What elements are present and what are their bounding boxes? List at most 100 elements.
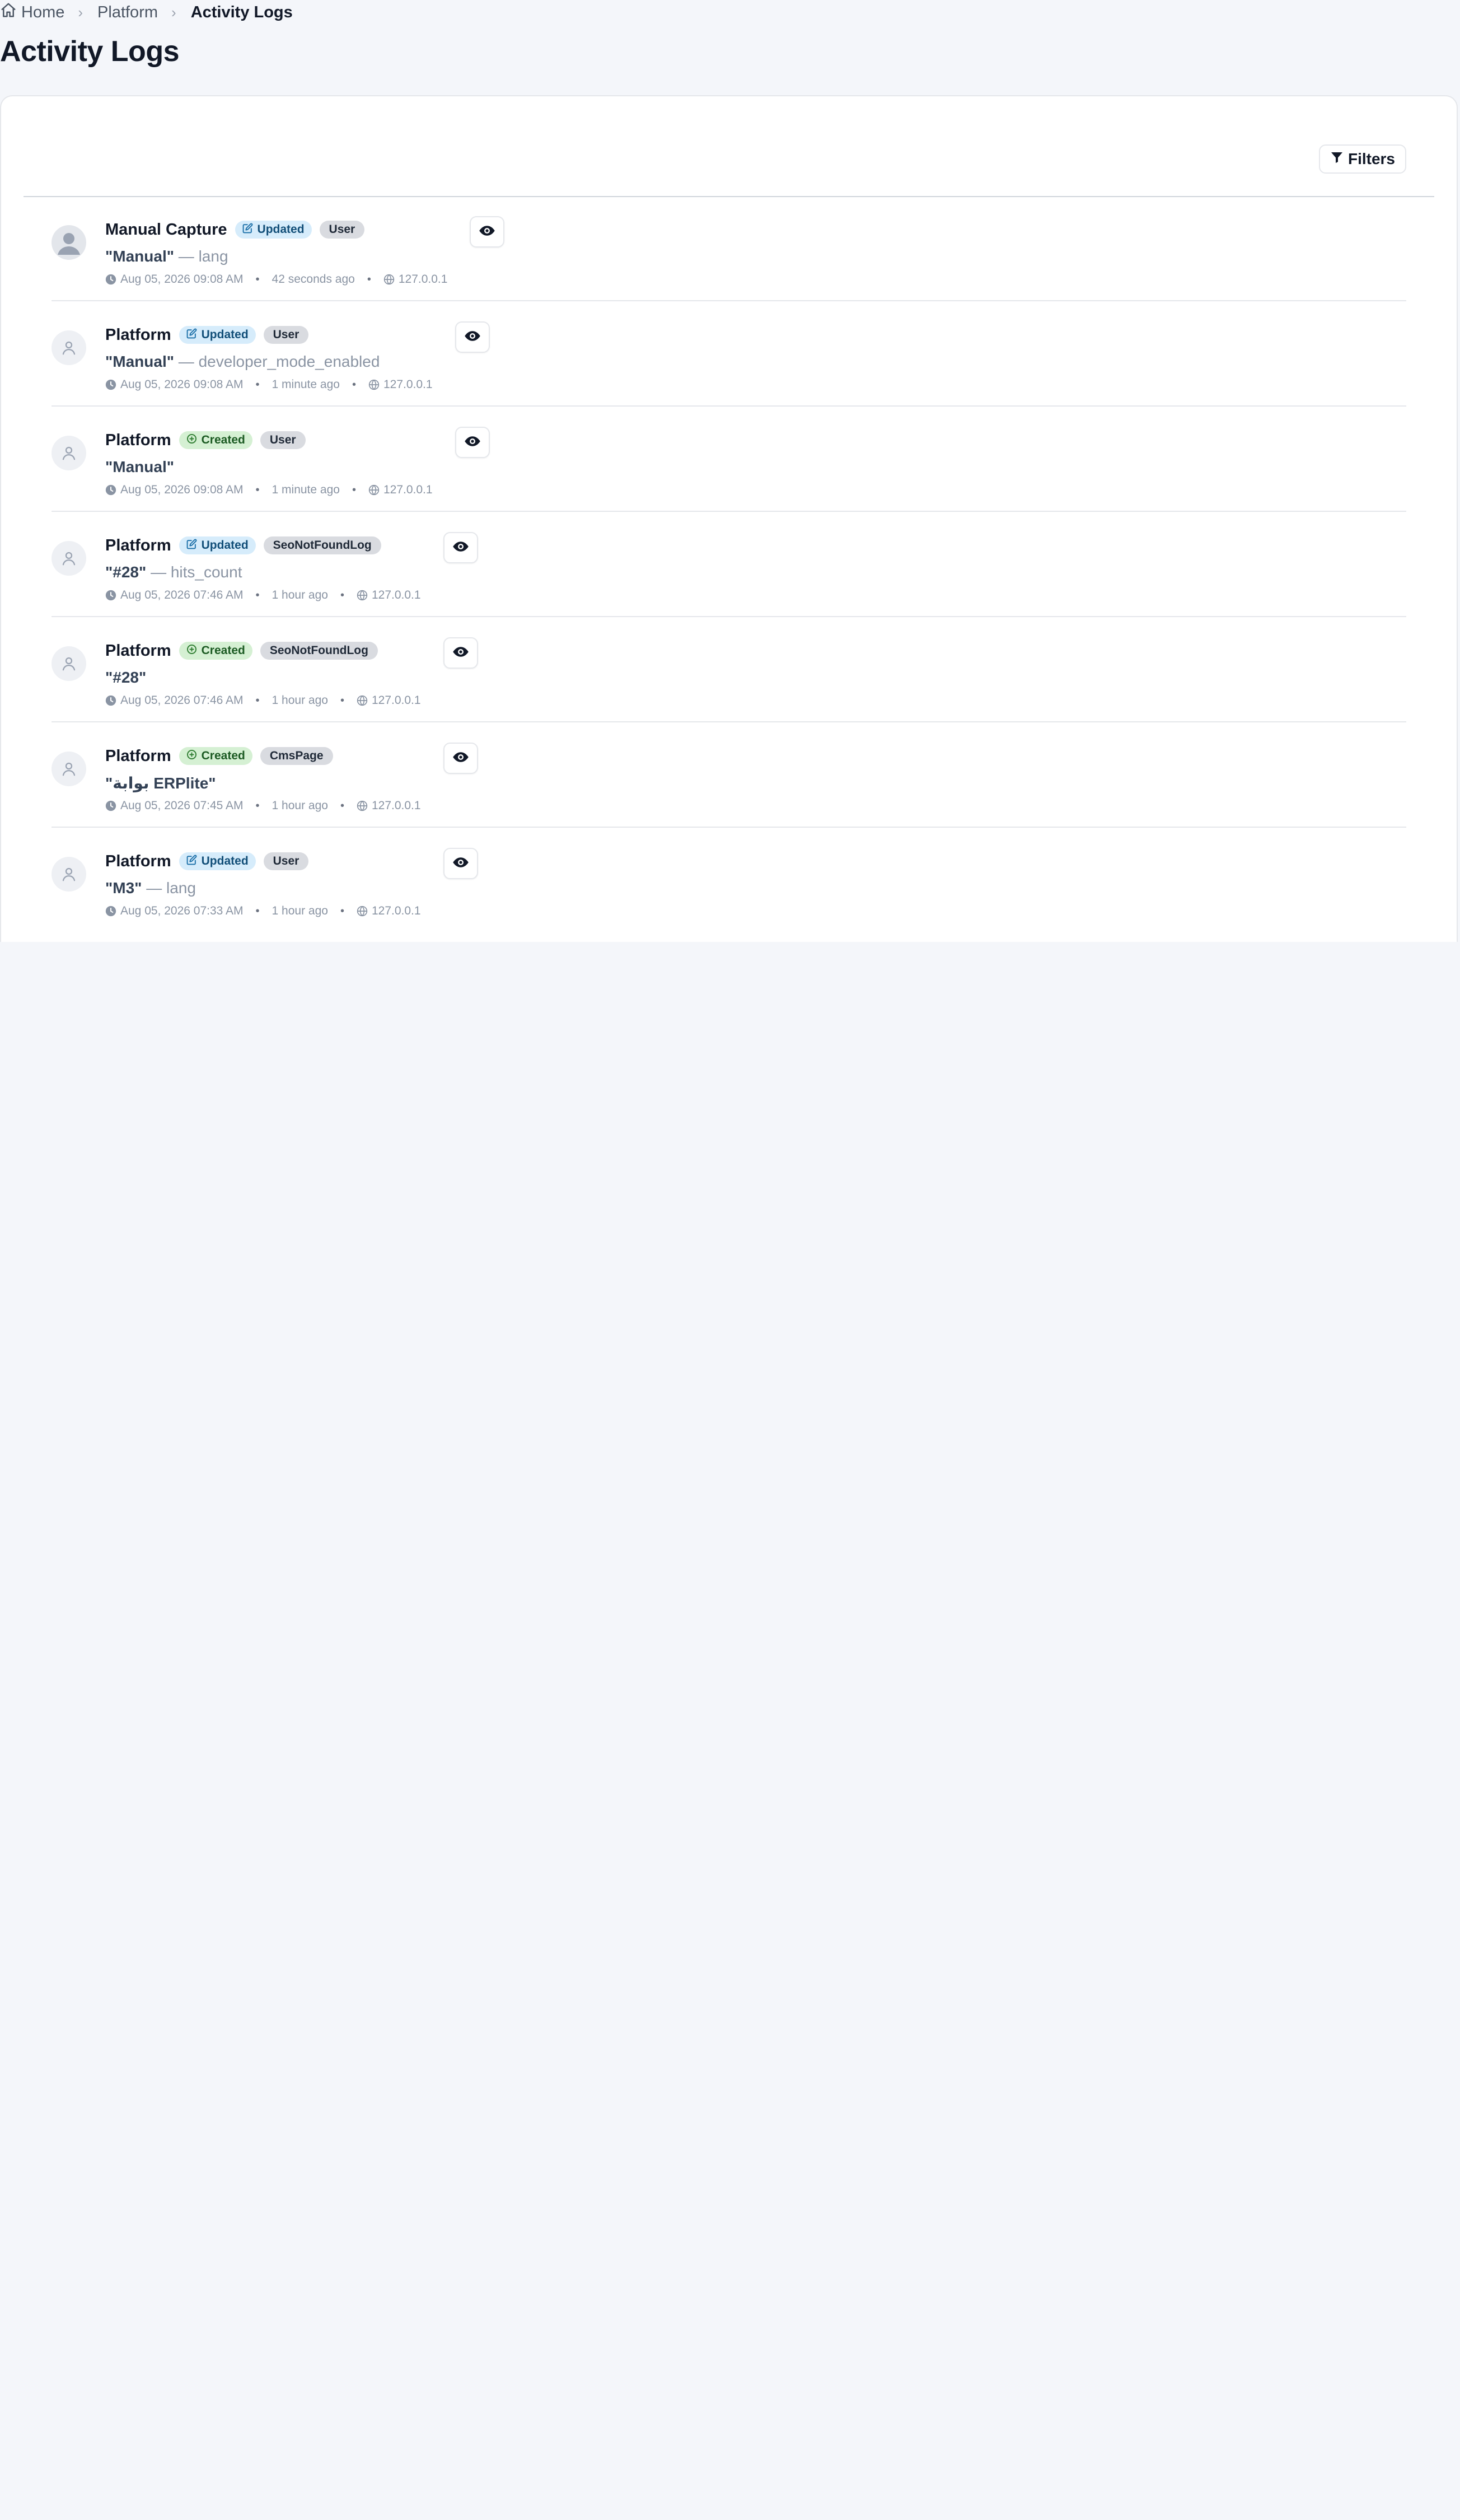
plus-circle-icon — [186, 644, 197, 658]
eye-icon — [452, 538, 469, 558]
activity-log-row: Platform Created CmsPage "بوابة ERPlite" — [52, 722, 1406, 828]
home-icon — [0, 2, 17, 23]
separator-dot: • — [255, 799, 260, 812]
eye-icon — [464, 328, 481, 347]
model-badge: SeoNotFoundLog — [263, 536, 381, 554]
clock-icon — [105, 906, 116, 917]
view-button[interactable] — [443, 743, 478, 774]
breadcrumb-current: Activity Logs — [190, 3, 293, 21]
event-badge: Updated — [179, 852, 256, 870]
view-button[interactable] — [455, 427, 490, 458]
breadcrumb-platform-link[interactable]: Platform — [97, 3, 158, 22]
view-button[interactable] — [443, 848, 478, 879]
log-content: Platform Updated User "M3" — lang Aug 05… — [105, 848, 478, 920]
chevron-right-icon: › — [78, 3, 83, 21]
separator-dot: • — [340, 589, 344, 601]
toolbar: Filters — [24, 96, 1434, 197]
log-actor: Platform — [105, 536, 171, 554]
log-meta: Aug 05, 2026 07:46 AM • 1 hour ago • 127… — [105, 587, 421, 604]
plus-circle-icon — [186, 433, 197, 447]
model-badge: User — [319, 221, 365, 239]
event-label: Updated — [201, 855, 249, 867]
log-actor: Platform — [105, 852, 171, 870]
event-label: Created — [201, 433, 245, 446]
log-content: Manual Capture Updated User "Manual" — l… — [105, 216, 504, 288]
separator-dot: • — [367, 273, 371, 286]
eye-icon — [479, 222, 495, 242]
view-button[interactable] — [470, 216, 504, 248]
view-button[interactable] — [443, 532, 478, 563]
user-icon — [52, 330, 86, 365]
log-relative-time: 1 hour ago — [272, 904, 328, 917]
log-relative-time: 1 minute ago — [272, 483, 340, 496]
log-ip-address: 127.0.0.1 — [398, 273, 448, 286]
event-badge: Updated — [179, 326, 256, 344]
log-relative-time: 1 hour ago — [272, 589, 328, 601]
event-badge: Updated — [235, 221, 312, 239]
log-changes: — developer_mode_enabled — [178, 353, 380, 370]
log-relative-time: 1 hour ago — [272, 694, 328, 707]
filters-button[interactable]: Filters — [1318, 144, 1406, 174]
breadcrumb-home-label: Home — [21, 3, 65, 21]
globe-icon — [357, 590, 368, 601]
log-date: Aug 05, 2026 07:45 AM — [120, 799, 244, 812]
activity-log-row: Platform Created User "Manual" Aug 05, 2… — [52, 407, 1406, 512]
separator-dot: • — [352, 483, 356, 496]
log-actor: Manual Capture — [105, 220, 227, 239]
breadcrumb: Home › Platform › Activity Logs — [0, 0, 293, 25]
model-badge: User — [263, 326, 309, 344]
user-icon — [52, 541, 86, 576]
log-content: Platform Created SeoNotFoundLog "#28" Au… — [105, 637, 478, 709]
log-relative-time: 1 minute ago — [272, 378, 340, 391]
user-photo-icon — [52, 225, 86, 260]
event-label: Updated — [201, 539, 249, 552]
separator-dot: • — [340, 694, 344, 707]
log-subject: "#28" — [105, 563, 147, 581]
log-content: Platform Updated SeoNotFoundLog "#28" — … — [105, 532, 478, 604]
eye-icon — [452, 749, 469, 768]
clock-icon — [105, 274, 116, 285]
log-content: Platform Created CmsPage "بوابة ERPlite" — [105, 743, 478, 814]
breadcrumb-home-link[interactable]: Home — [0, 2, 64, 23]
view-button[interactable] — [455, 321, 490, 353]
log-content: Platform Updated User "Manual" — develop… — [105, 321, 490, 393]
user-icon — [52, 752, 86, 786]
event-label: Created — [201, 749, 245, 762]
log-meta: Aug 05, 2026 07:46 AM • 1 hour ago • 127… — [105, 692, 421, 709]
separator-dot: • — [255, 273, 260, 286]
globe-icon — [357, 695, 368, 706]
globe-icon — [383, 274, 395, 285]
clock-icon — [105, 379, 116, 390]
globe-icon — [357, 800, 368, 811]
edit-icon — [186, 539, 197, 553]
log-subject: "Manual" — [105, 458, 175, 475]
eye-icon — [464, 433, 481, 452]
separator-dot: • — [340, 799, 344, 812]
globe-icon — [368, 379, 380, 390]
event-badge: Created — [179, 747, 252, 765]
view-button[interactable] — [443, 637, 478, 669]
globe-icon — [357, 906, 368, 917]
activity-log-row: Platform Created SeoNotFoundLog "#28" Au… — [52, 617, 1406, 722]
log-ip-address: 127.0.0.1 — [371, 904, 421, 917]
log-changes: — hits_count — [151, 563, 242, 581]
log-date: Aug 05, 2026 09:08 AM — [120, 378, 244, 391]
log-date: Aug 05, 2026 07:46 AM — [120, 694, 244, 707]
log-subject: "Manual" — [105, 248, 175, 265]
user-icon — [52, 436, 86, 470]
separator-dot: • — [255, 904, 260, 917]
separator-dot: • — [255, 589, 260, 601]
log-meta: Aug 05, 2026 09:08 AM • 42 seconds ago •… — [105, 271, 447, 288]
log-subject: "M3" — [105, 879, 142, 897]
model-badge: User — [263, 852, 309, 870]
log-meta: Aug 05, 2026 07:33 AM • 1 hour ago • 127… — [105, 903, 421, 920]
globe-icon — [368, 484, 380, 496]
clock-icon — [105, 590, 116, 601]
log-meta: Aug 05, 2026 09:08 AM • 1 minute ago • 1… — [105, 376, 433, 393]
log-ip-address: 127.0.0.1 — [371, 589, 421, 601]
log-subject: "Manual" — [105, 353, 175, 370]
clock-icon — [105, 800, 116, 811]
log-actor: Platform — [105, 641, 171, 660]
eye-icon — [452, 643, 469, 663]
log-date: Aug 05, 2026 09:08 AM — [120, 273, 244, 286]
